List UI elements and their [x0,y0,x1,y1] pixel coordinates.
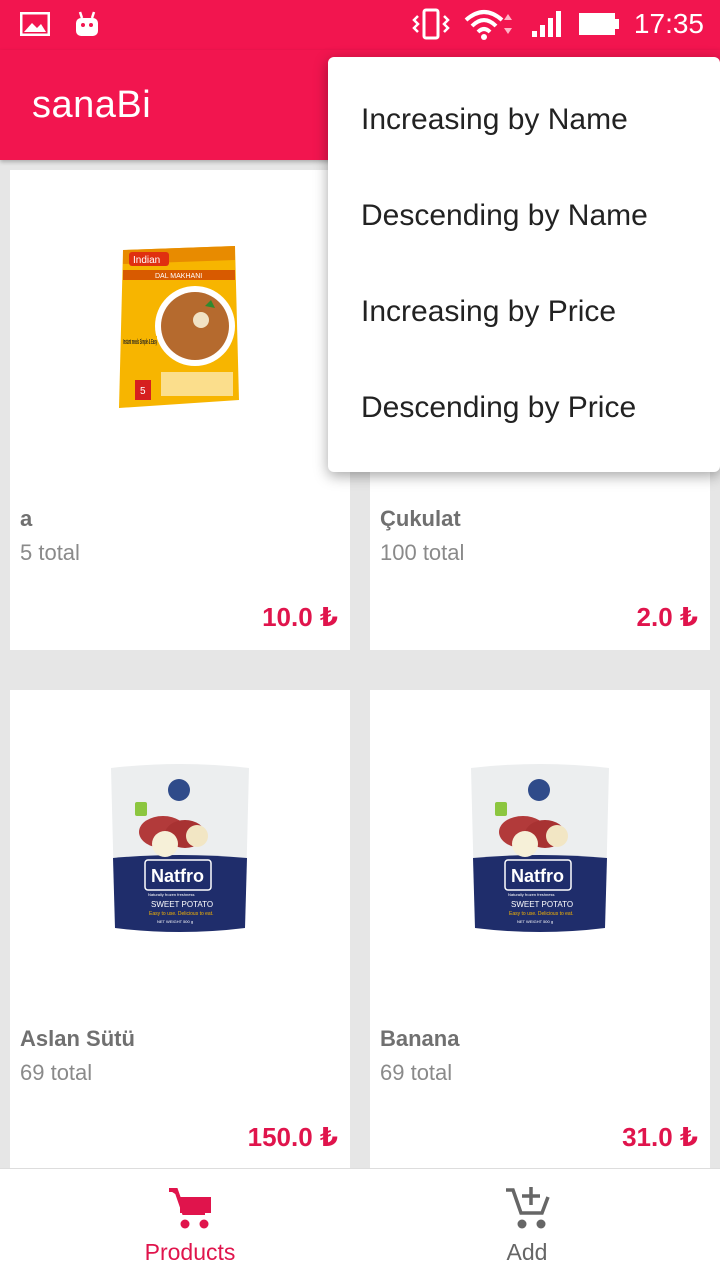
meal-brand: Indian [133,255,160,266]
add-to-cart-icon [506,1187,550,1229]
product-price: 2.0 ₺ [636,602,698,632]
product-name: a [20,506,33,531]
sweet-potato-package: Natfro Naturally frozen freshness SWEET … [471,764,609,932]
potato-name: SWEET POTATO [151,900,213,909]
product-total: 5 total [20,540,80,565]
product-price: 31.0 ₺ [622,1122,698,1152]
potato-tagline: Naturally frozen freshness [508,892,554,897]
product-card[interactable]: Natfro Naturally frozen freshness SWEET … [370,690,710,1170]
menu-item-increasing-by-price[interactable]: Increasing by Price [361,295,616,329]
potato-sub: Easy to use. Delicious to eat. [509,911,573,917]
menu-item-increasing-by-name[interactable]: Increasing by Name [361,103,628,137]
meal-name: DAL MAKHANI [155,273,202,280]
product-card[interactable]: Indian DAL MAKHANI Instant meals Simple … [10,170,350,650]
product-name: Aslan Sütü [20,1026,135,1051]
product-name: Çukulat [380,506,461,531]
instant-meal-package: Indian DAL MAKHANI Instant meals Simple … [119,246,239,408]
potato-tagline: Naturally frozen freshness [148,892,194,897]
wifi-icon [464,10,512,40]
nav-products[interactable]: Products [10,1169,370,1281]
bottom-navigation: Products Add [0,1168,720,1281]
gallery-icon [20,12,50,36]
product-image: Natfro Naturally frozen freshness SWEET … [370,690,710,1010]
vibrate-icon [412,8,450,40]
status-time: 17:35 [633,8,704,39]
potato-brand: Natfro [511,866,564,886]
sweet-potato-package: Natfro Naturally frozen freshness SWEET … [111,764,249,932]
status-bar: 17:35 [0,0,720,50]
nav-add[interactable]: Add [347,1169,707,1281]
svg-text:5: 5 [140,386,146,397]
potato-brand: Natfro [151,866,204,886]
potato-name: SWEET POTATO [511,900,573,909]
battery-icon [578,13,619,35]
product-name: Banana [380,1026,460,1051]
nav-label: Add [506,1239,548,1265]
nav-label: Products [144,1239,236,1265]
product-price: 10.0 ₺ [262,602,338,632]
product-total: 69 total [20,1060,93,1085]
potato-weight: NET WEIGHT 500 g [517,919,553,924]
android-icon [76,11,98,36]
signal-icon [531,11,561,37]
product-card[interactable]: Natfro Naturally frozen freshness SWEET … [10,690,350,1170]
menu-item-descending-by-price[interactable]: Descending by Price [361,391,636,425]
product-price: 150.0 ₺ [247,1122,338,1152]
product-image: Natfro Naturally frozen freshness SWEET … [10,690,350,1010]
cart-icon [169,1188,211,1229]
menu-item-descending-by-name[interactable]: Descending by Name [361,199,648,233]
product-total: 69 total [380,1060,453,1085]
product-image: Indian DAL MAKHANI Instant meals Simple … [10,170,350,490]
potato-sub: Easy to use. Delicious to eat. [149,911,213,917]
product-total: 100 total [380,540,465,565]
potato-weight: NET WEIGHT 500 g [157,919,193,924]
meal-tagline: Instant meals Simple & Easy [123,339,157,346]
sort-menu: Increasing by Name Descending by Name In… [328,57,720,472]
app-title: sanaBi [32,84,152,126]
